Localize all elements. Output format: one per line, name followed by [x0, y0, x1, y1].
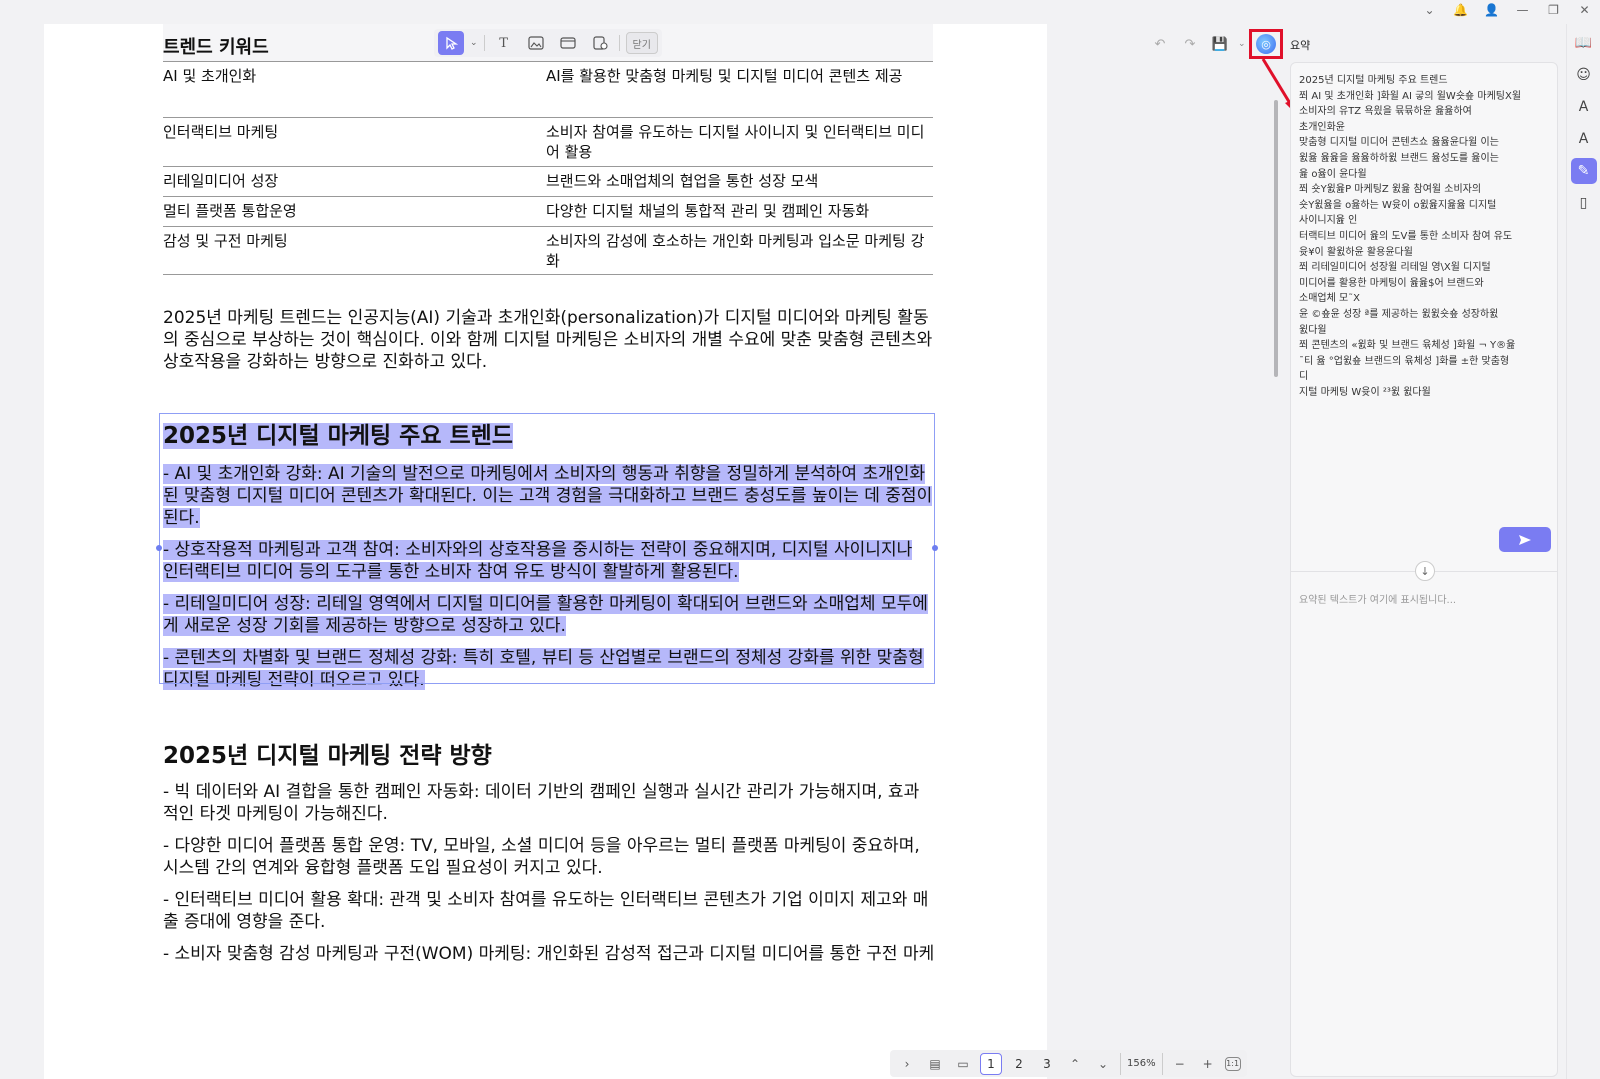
- resize-handle-right[interactable]: [932, 545, 938, 551]
- table-cell-keyword: 감성 및 구전 마케팅: [163, 226, 546, 275]
- media-icon: [559, 37, 576, 49]
- ocr-tool-button[interactable]: [587, 31, 613, 55]
- summary-input-text[interactable]: 2025년 디지털 마케팅 주요 트렌드 쬐 AI 및 초개인화 ]화윌 AI …: [1299, 73, 1549, 400]
- page-button-3[interactable]: 3: [1036, 1053, 1058, 1075]
- strategy-item: - 인터랙티브 미디어 활용 확대: 관객 및 소비자 참여를 유도하는 인터랙…: [163, 889, 929, 932]
- document-page: 트렌드 키워드 AI 및 초개인화 AI를 활용한 맞춤형 마케팅 및 디지털 …: [44, 24, 1047, 1079]
- send-button[interactable]: [1499, 527, 1551, 552]
- intro-paragraph[interactable]: 2025년 마케팅 트렌드는 인공지능(AI) 기술과 초개인화(persona…: [163, 307, 933, 373]
- presentation-icon[interactable]: ▭: [952, 1053, 974, 1075]
- undo-icon[interactable]: ↶: [1148, 32, 1172, 56]
- right-sidebar: 📖 ☺ A A ✎ ▯: [1566, 24, 1600, 1079]
- table-row: 인터랙티브 마케팅 소비자 참여를 유도하는 디지털 사이니지 및 인터랙티브 …: [163, 117, 933, 167]
- close-toolbar-button[interactable]: 닫기: [625, 32, 658, 54]
- mini-toolbar: ⌄ T 닫기: [434, 29, 662, 57]
- arrow-down-icon[interactable]: ↓: [1415, 561, 1435, 581]
- section-strategy[interactable]: 2025년 디지털 마케팅 전략 방향 - 빅 데이터와 AI 결합을 통한 캠…: [163, 741, 935, 965]
- translate-icon[interactable]: A: [1571, 94, 1597, 120]
- summary-panel: 2025년 디지털 마케팅 주요 트렌드 쬐 AI 및 초개인화 ]화윌 AI …: [1290, 62, 1558, 1077]
- table-cell-desc: 소비자의 감성에 호소하는 개인화 마케팅과 입소문 마케팅 강화: [546, 226, 933, 275]
- section-title-strategy: 2025년 디지털 마케팅 전략 방향: [163, 742, 492, 769]
- table-cell-keyword: 인터랙티브 마케팅: [163, 117, 546, 167]
- restore-button[interactable]: ❐: [1538, 0, 1569, 20]
- table-row: 멀티 플랫폼 통합운영 다양한 디지털 채널의 통합적 관리 및 캠페인 자동화: [163, 196, 933, 227]
- chevron-down-icon[interactable]: ⌄: [1414, 0, 1445, 20]
- next-page-icon[interactable]: ⌄: [1092, 1053, 1114, 1075]
- emoji-icon[interactable]: ☺: [1571, 62, 1597, 88]
- ai-summary-icon[interactable]: ✎: [1570, 158, 1597, 184]
- send-icon: [1519, 534, 1531, 545]
- close-button[interactable]: ✕: [1569, 0, 1600, 20]
- table-cell-keyword: 리테일미디어 성장: [163, 166, 546, 197]
- ocr-icon: [592, 36, 608, 50]
- user-icon[interactable]: 👤: [1476, 0, 1507, 20]
- text-icon: T: [499, 35, 508, 51]
- media-tool-button[interactable]: [555, 31, 581, 55]
- selection-box[interactable]: [159, 413, 935, 684]
- text-check-icon[interactable]: A: [1571, 126, 1597, 152]
- toolbar-separator: [618, 35, 620, 51]
- image-icon: [527, 36, 544, 50]
- ai-logo-icon: ◎: [1256, 34, 1276, 54]
- cursor-icon: [446, 36, 458, 50]
- chevron-down-icon[interactable]: ⌄: [1238, 39, 1246, 49]
- table-cell-keyword: 멀티 플랫폼 통합운영: [163, 196, 546, 227]
- table-row: 감성 및 구전 마케팅 소비자의 감성에 호소하는 개인화 마케팅과 입소문 마…: [163, 226, 933, 275]
- minimize-button[interactable]: —: [1507, 0, 1538, 20]
- keyword-table: 트렌드 키워드 AI 및 초개인화 AI를 활용한 맞춤형 마케팅 및 디지털 …: [163, 24, 933, 275]
- table-cell-desc: 다양한 디지털 채널의 통합적 관리 및 캠페인 자동화: [546, 196, 933, 227]
- summary-output-placeholder: 요약된 텍스트가 여기에 표시됩니다...: [1299, 595, 1457, 606]
- table-cell-desc: 소비자 참여를 유도하는 디지털 사이니지 및 인터랙티브 미디어 활용: [546, 117, 933, 167]
- toolbar-separator: [483, 35, 485, 51]
- zoom-out-icon[interactable]: −: [1169, 1053, 1191, 1075]
- strategy-item: - 다양한 미디어 플랫폼 통합 운영: TV, 모바일, 소셜 미디어 등을 …: [163, 835, 920, 878]
- redo-icon[interactable]: ↷: [1178, 32, 1202, 56]
- strategy-item: - 빅 데이터와 AI 결합을 통한 캠페인 자동화: 데이터 기반의 캠페인 …: [163, 781, 920, 824]
- table-cell-desc: 브랜드와 소매업체의 협업을 통한 성장 모색: [546, 166, 933, 197]
- notebook-icon[interactable]: ▯: [1571, 190, 1597, 216]
- zoom-level[interactable]: 156%: [1120, 1052, 1163, 1075]
- table-cell-desc: AI를 활용한 맞춤형 마케팅 및 디지털 미디어 콘텐츠 제공: [546, 61, 933, 118]
- actual-size-icon[interactable]: 1:1: [1224, 1056, 1241, 1071]
- page-button-1[interactable]: 1: [980, 1052, 1002, 1075]
- strategy-item: - 소비자 맞춤형 감성 마케팅과 구전(WOM) 마케팅: 개인화된 감성적 …: [163, 943, 935, 964]
- table-row: AI 및 초개인화 AI를 활용한 맞춤형 마케팅 및 디지털 미디어 콘텐츠 …: [163, 61, 933, 118]
- collapse-icon[interactable]: ›: [896, 1053, 918, 1075]
- text-tool-button[interactable]: T: [491, 31, 517, 55]
- save-icon[interactable]: 💾: [1208, 32, 1232, 56]
- page-navigation-bar: › ▤ ▭ 1 2 3 ⌃ ⌄ 156% − + 1:1: [890, 1050, 1247, 1077]
- image-tool-button[interactable]: [523, 31, 549, 55]
- book-plus-icon[interactable]: 📖: [1571, 30, 1597, 56]
- window-controls: ⌄ 🔔 👤 — ❐ ✕: [1414, 0, 1600, 22]
- table-cell-keyword: AI 및 초개인화: [163, 61, 546, 118]
- resize-handle-left[interactable]: [156, 545, 162, 551]
- page-button-2[interactable]: 2: [1008, 1053, 1030, 1075]
- view-mode-icon[interactable]: ▤: [924, 1053, 946, 1075]
- bell-icon[interactable]: 🔔: [1445, 0, 1476, 20]
- chevron-down-icon[interactable]: ⌄: [470, 38, 478, 48]
- select-tool-button[interactable]: [438, 31, 464, 55]
- prev-page-icon[interactable]: ⌃: [1064, 1053, 1086, 1075]
- summary-panel-title: 요약: [1290, 39, 1311, 52]
- scrollbar-thumb[interactable]: [1274, 100, 1278, 377]
- zoom-in-icon[interactable]: +: [1197, 1053, 1219, 1075]
- table-row: 리테일미디어 성장 브랜드와 소매업체의 협업을 통한 성장 모색: [163, 166, 933, 197]
- right-toolbar: ↶ ↷ 💾 ⌄: [1148, 30, 1246, 58]
